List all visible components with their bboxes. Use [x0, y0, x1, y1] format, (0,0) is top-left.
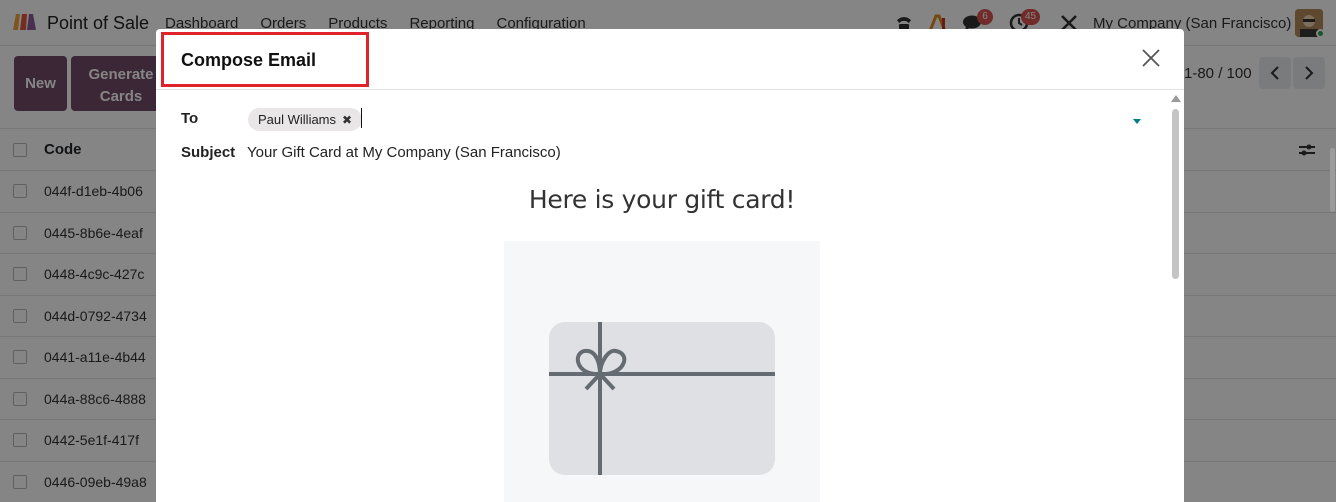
to-label: To — [181, 110, 199, 127]
dialog-body: To Paul Williams ✖ Subject Your Gift Car… — [156, 91, 1184, 502]
gift-card-image-panel[interactable] — [504, 241, 820, 502]
subject-field[interactable]: Your Gift Card at My Company (San Franci… — [247, 144, 561, 161]
close-icon[interactable] — [1141, 48, 1161, 68]
recipient-tag[interactable]: Paul Williams ✖ — [248, 108, 363, 131]
scroll-up-icon[interactable] — [1171, 95, 1181, 102]
scroll-thumb[interactable] — [1172, 109, 1179, 279]
compose-email-dialog: Compose Email To Paul Williams ✖ Subject… — [156, 29, 1184, 502]
gift-card-icon — [549, 322, 775, 475]
title-highlight-box — [161, 32, 369, 87]
page-scrollbar-thumb[interactable] — [1330, 148, 1335, 212]
email-body-heading[interactable]: Here is your gift card! — [156, 185, 1168, 214]
subject-label: Subject — [181, 144, 236, 161]
text-cursor — [361, 108, 362, 128]
dialog-header: Compose Email — [156, 29, 1184, 90]
dialog-scrollbar[interactable] — [1168, 93, 1182, 502]
recipient-name: Paul Williams — [258, 112, 337, 127]
recipients-input[interactable] — [356, 105, 1136, 131]
remove-recipient-icon[interactable]: ✖ — [342, 113, 352, 127]
dropdown-arrow-icon[interactable] — [1133, 119, 1141, 124]
